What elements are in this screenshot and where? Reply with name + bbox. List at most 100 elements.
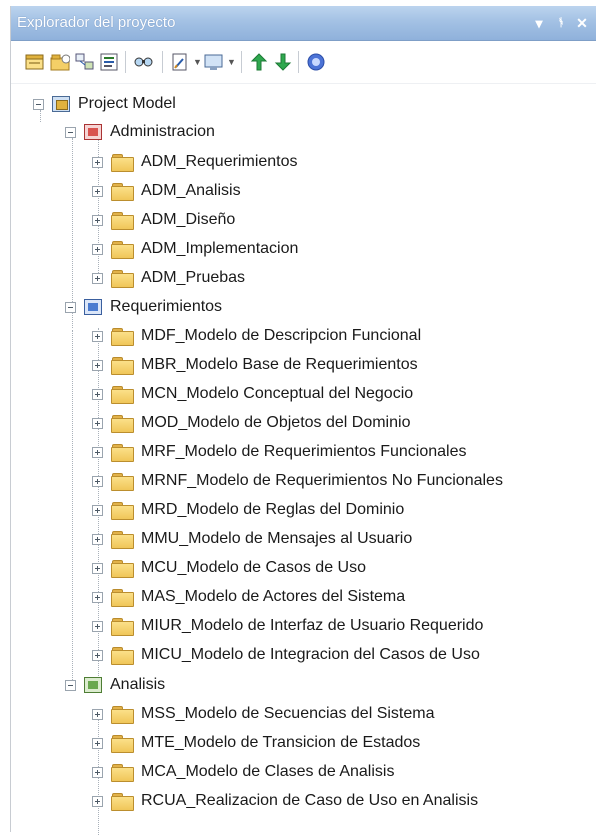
package-icon — [84, 677, 102, 693]
tree-group-label: Administracion — [110, 123, 215, 140]
expand-icon[interactable] — [92, 243, 103, 255]
expand-icon[interactable] — [92, 591, 103, 603]
collapse-icon[interactable] — [65, 301, 76, 313]
tree-item[interactable]: MRNF_Modelo de Requerimientos No Funcion… — [92, 467, 503, 495]
tree-item-label: RCUA_Realizacion de Caso de Uso en Anali… — [141, 792, 479, 809]
tree-item-label: ADM_Pruebas — [141, 269, 246, 286]
tree-item[interactable]: ADM_Requerimientos — [92, 148, 298, 176]
new-diagram-icon[interactable] — [25, 52, 45, 72]
tree-item-label: MRNF_Modelo de Requerimientos No Funcion… — [141, 472, 503, 489]
new-package-icon[interactable] — [50, 52, 70, 72]
tree-item[interactable]: MBR_Modelo Base de Requerimientos — [92, 351, 418, 379]
tree-item[interactable]: MRD_Modelo de Reglas del Dominio — [92, 496, 404, 524]
expand-icon[interactable] — [92, 359, 103, 371]
folder-icon — [111, 705, 134, 724]
new-element-icon[interactable] — [75, 52, 95, 72]
expand-icon[interactable] — [92, 795, 103, 807]
tree-item[interactable]: MCN_Modelo Conceptual del Negocio — [92, 380, 413, 408]
expand-icon[interactable] — [92, 388, 103, 400]
tree-item-label: MRD_Modelo de Reglas del Dominio — [141, 501, 405, 518]
view-dropdown-icon[interactable]: ▼ — [227, 57, 236, 67]
project-explorer-panel: Explorador del proyecto ▾ ᚬ ✕ ▼ ▼ Projec… — [10, 6, 596, 835]
tree-root[interactable]: Project Model — [33, 90, 176, 118]
pin-icon[interactable]: ᚬ — [553, 13, 569, 33]
tree-item[interactable]: MCA_Modelo de Clases de Analisis — [92, 758, 394, 786]
folder-icon — [111, 530, 134, 549]
tree-item-label: MDF_Modelo de Descripcion Funcional — [141, 327, 422, 344]
expand-icon[interactable] — [92, 185, 103, 197]
move-down-icon[interactable] — [273, 52, 293, 72]
tree-item[interactable]: ADM_Implementacion — [92, 235, 298, 263]
tree-item[interactable]: MMU_Modelo de Mensajes al Usuario — [92, 525, 412, 553]
document-dropdown-icon[interactable]: ▼ — [193, 57, 202, 67]
expand-icon[interactable] — [92, 417, 103, 429]
collapse-icon[interactable] — [33, 98, 44, 110]
folder-icon — [111, 327, 134, 346]
tree-item-label: ADM_Diseño — [141, 211, 236, 228]
tree-group-requerimientos[interactable]: Requerimientos — [65, 293, 222, 321]
tree-item-label: MRF_Modelo de Requerimientos Funcionales — [141, 443, 467, 460]
tree-group-label: Analisis — [110, 676, 166, 693]
properties-icon[interactable] — [100, 52, 120, 72]
document-icon[interactable] — [170, 52, 190, 72]
tree-item[interactable]: MRF_Modelo de Requerimientos Funcionales — [92, 438, 467, 466]
expand-icon[interactable] — [92, 272, 103, 284]
expand-icon[interactable] — [92, 620, 103, 632]
title-bar: Explorador del proyecto ▾ ᚬ ✕ — [11, 6, 596, 41]
folder-icon — [111, 182, 134, 201]
toolbar-separator — [125, 51, 126, 73]
tree-root-label: Project Model — [78, 95, 176, 112]
expand-icon[interactable] — [92, 504, 103, 516]
tree-item-label: MCU_Modelo de Casos de Uso — [141, 559, 366, 576]
folder-icon — [111, 414, 134, 433]
expand-icon[interactable] — [92, 446, 103, 458]
folder-icon — [111, 269, 134, 288]
expand-icon[interactable] — [92, 708, 103, 720]
tree-item-label: MTE_Modelo de Transicion de Estados — [141, 734, 421, 751]
expand-icon[interactable] — [92, 156, 103, 168]
tree-group-administracion[interactable]: Administracion — [65, 118, 215, 146]
model-icon — [52, 96, 70, 112]
find-icon[interactable] — [133, 52, 153, 72]
collapse-icon[interactable] — [65, 679, 76, 691]
tree-item[interactable]: MOD_Modelo de Objetos del Dominio — [92, 409, 410, 437]
move-up-icon[interactable] — [249, 52, 269, 72]
folder-icon — [111, 385, 134, 404]
tree-item[interactable]: RCUA_Realizacion de Caso de Uso en Anali… — [92, 787, 478, 815]
folder-icon — [111, 792, 134, 811]
tree-item[interactable]: ADM_Diseño — [92, 206, 235, 234]
expand-icon[interactable] — [92, 562, 103, 574]
collapse-icon[interactable] — [65, 126, 76, 138]
folder-icon — [111, 501, 134, 520]
tree-item-label: ADM_Analisis — [141, 182, 241, 199]
tree-item-label: ADM_Requerimientos — [141, 153, 298, 170]
expand-icon[interactable] — [92, 475, 103, 487]
tree-item-label: MCN_Modelo Conceptual del Negocio — [141, 385, 414, 402]
folder-icon — [111, 588, 134, 607]
folder-icon — [111, 443, 134, 462]
expand-icon[interactable] — [92, 649, 103, 661]
dropdown-icon[interactable]: ▾ — [531, 13, 547, 33]
toolbar-separator — [298, 51, 299, 73]
view-icon[interactable] — [204, 52, 224, 72]
tree-item[interactable]: MTE_Modelo de Transicion de Estados — [92, 729, 420, 757]
tree-item[interactable]: MICU_Modelo de Integracion del Casos de … — [92, 641, 480, 669]
tree-item[interactable]: ADM_Analisis — [92, 177, 241, 205]
panel-title: Explorador del proyecto — [17, 14, 176, 31]
tree-group-analisis[interactable]: Analisis — [65, 671, 165, 699]
expand-icon[interactable] — [92, 766, 103, 778]
expand-icon[interactable] — [92, 330, 103, 342]
expand-icon[interactable] — [92, 214, 103, 226]
close-icon[interactable]: ✕ — [574, 13, 590, 33]
tree-item[interactable]: MDF_Modelo de Descripcion Funcional — [92, 322, 421, 350]
tree-item[interactable]: MIUR_Modelo de Interfaz de Usuario Reque… — [92, 612, 483, 640]
tree-item[interactable]: MSS_Modelo de Secuencias del Sistema — [92, 700, 435, 728]
help-icon[interactable] — [306, 52, 326, 72]
tree-item[interactable]: MAS_Modelo de Actores del Sistema — [92, 583, 405, 611]
tree-item[interactable]: ADM_Pruebas — [92, 264, 245, 292]
tree-item[interactable]: MCU_Modelo de Casos de Uso — [92, 554, 366, 582]
folder-icon — [111, 646, 134, 665]
expand-icon[interactable] — [92, 533, 103, 545]
tree-item-label: MOD_Modelo de Objetos del Dominio — [141, 414, 411, 431]
expand-icon[interactable] — [92, 737, 103, 749]
